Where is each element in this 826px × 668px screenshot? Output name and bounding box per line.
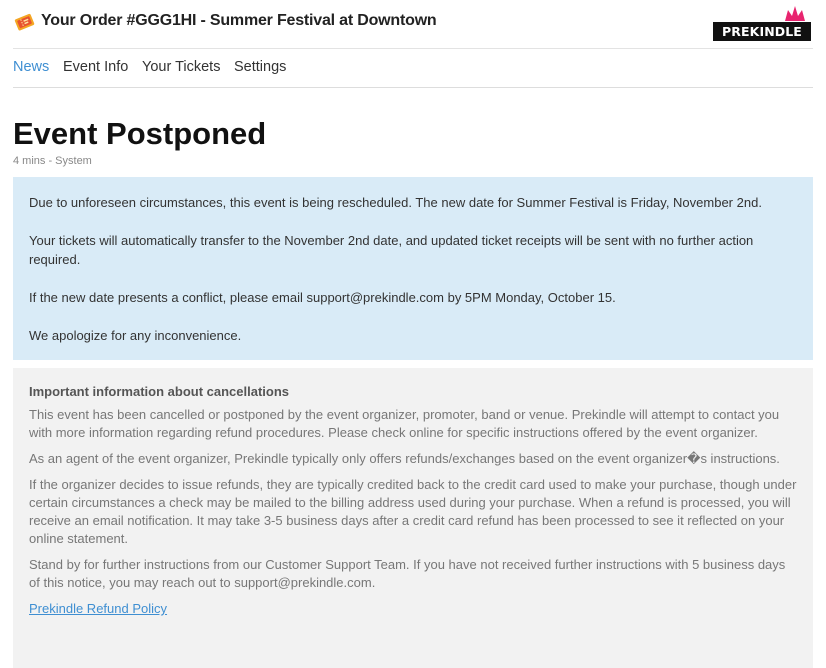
info-paragraph: If the organizer decides to issue refund… — [29, 477, 797, 546]
notice-paragraph: Your tickets will automatically transfer… — [29, 233, 754, 267]
info-paragraph: As an agent of the event organizer, Prek… — [29, 451, 780, 466]
logo-wordmark: PREKINDLE — [722, 24, 802, 39]
notice-paragraph: Due to unforeseen circumstances, this ev… — [29, 195, 762, 210]
cancellation-heading: Important information about cancellation… — [29, 384, 290, 399]
notice-paragraph: We apologize for any inconvenience. — [29, 328, 242, 343]
ticket-icon — [14, 13, 35, 31]
postponement-notice: Due to unforeseen circumstances, this ev… — [13, 177, 813, 360]
notice-paragraph: If the new date presents a conflict, ple… — [29, 290, 616, 305]
prekindle-logo[interactable]: PREKINDLE — [713, 4, 813, 42]
tab-event-info[interactable]: Event Info — [63, 59, 128, 75]
tab-news[interactable]: News — [13, 59, 49, 75]
tab-settings[interactable]: Settings — [234, 59, 286, 75]
tab-your-tickets[interactable]: Your Tickets — [142, 59, 220, 75]
page-header: Your Order #GGG1HI - Summer Festival at … — [13, 0, 813, 49]
post-meta: 4 mins - System — [13, 155, 92, 167]
main-nav: News Event Info Your Tickets Settings — [13, 48, 813, 88]
cancellation-info-panel: Important information about cancellation… — [13, 368, 813, 668]
refund-policy-link[interactable]: Prekindle Refund Policy — [29, 601, 167, 616]
page: Your Order #GGG1HI - Summer Festival at … — [0, 0, 826, 668]
crown-icon — [785, 6, 805, 21]
post-title: Event Postponed — [13, 116, 267, 151]
info-paragraph: This event has been cancelled or postpon… — [29, 407, 780, 440]
order-title: Your Order #GGG1HI - Summer Festival at … — [41, 12, 437, 29]
info-paragraph: Stand by for further instructions from o… — [29, 557, 786, 590]
